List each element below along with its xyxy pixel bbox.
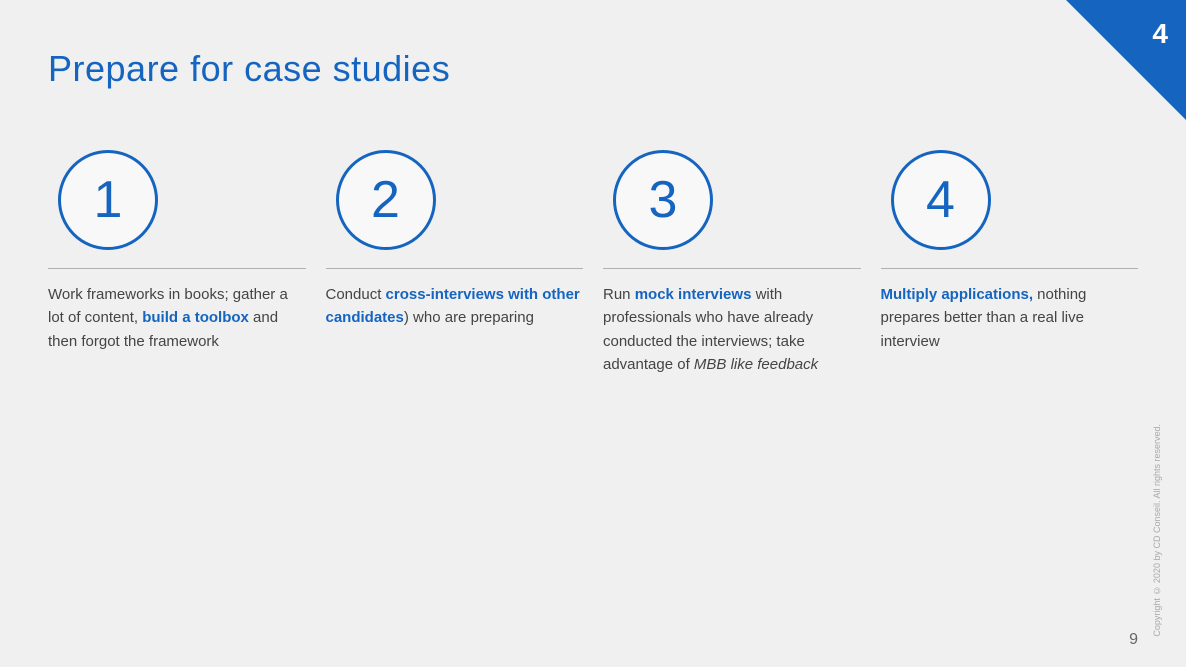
step-1: 1 Work frameworks in books; gather a lot…: [48, 150, 306, 353]
step-4-divider: [881, 268, 1139, 269]
step-3-text: Run mock interviews with professionals w…: [603, 283, 861, 376]
step-1-text: Work frameworks in books; gather a lot o…: [48, 283, 306, 353]
step-1-circle: 1: [58, 150, 158, 250]
slide-title: Prepare for case studies: [48, 48, 450, 90]
corner-number: 4: [1152, 18, 1168, 50]
copyright: Copyright © 2020 by CD Conseil. All righ…: [1152, 424, 1162, 637]
step-4-circle: 4: [891, 150, 991, 250]
step-3-circle: 3: [613, 150, 713, 250]
step-3: 3 Run mock interviews with professionals…: [603, 150, 861, 376]
step-3-divider: [603, 268, 861, 269]
step-1-divider: [48, 268, 306, 269]
step-3-number: 3: [649, 174, 678, 226]
step-2-text: Conduct cross-interviews with other cand…: [326, 283, 584, 330]
step-4-highlight: Multiply applications,: [881, 286, 1034, 303]
step-3-highlight: mock interviews: [635, 286, 752, 303]
step-2-divider: [326, 268, 584, 269]
step-1-number: 1: [94, 174, 123, 226]
step-1-highlight: build a toolbox: [142, 309, 249, 326]
step-2: 2 Conduct cross-interviews with other ca…: [326, 150, 584, 330]
steps-container: 1 Work frameworks in books; gather a lot…: [48, 150, 1138, 376]
step-3-italic: MBB like feedback: [694, 356, 818, 373]
page-number: 9: [1129, 631, 1138, 649]
step-4-text: Multiply applications, nothing prepares …: [881, 283, 1139, 353]
step-2-highlight: cross-interviews with other candidates: [326, 286, 580, 326]
slide: 4 Prepare for case studies 1 Work framew…: [0, 0, 1186, 667]
step-2-circle: 2: [336, 150, 436, 250]
corner-decoration: 4: [1066, 0, 1186, 120]
step-4-number: 4: [926, 174, 955, 226]
step-4: 4 Multiply applications, nothing prepare…: [881, 150, 1139, 353]
step-2-number: 2: [371, 174, 400, 226]
